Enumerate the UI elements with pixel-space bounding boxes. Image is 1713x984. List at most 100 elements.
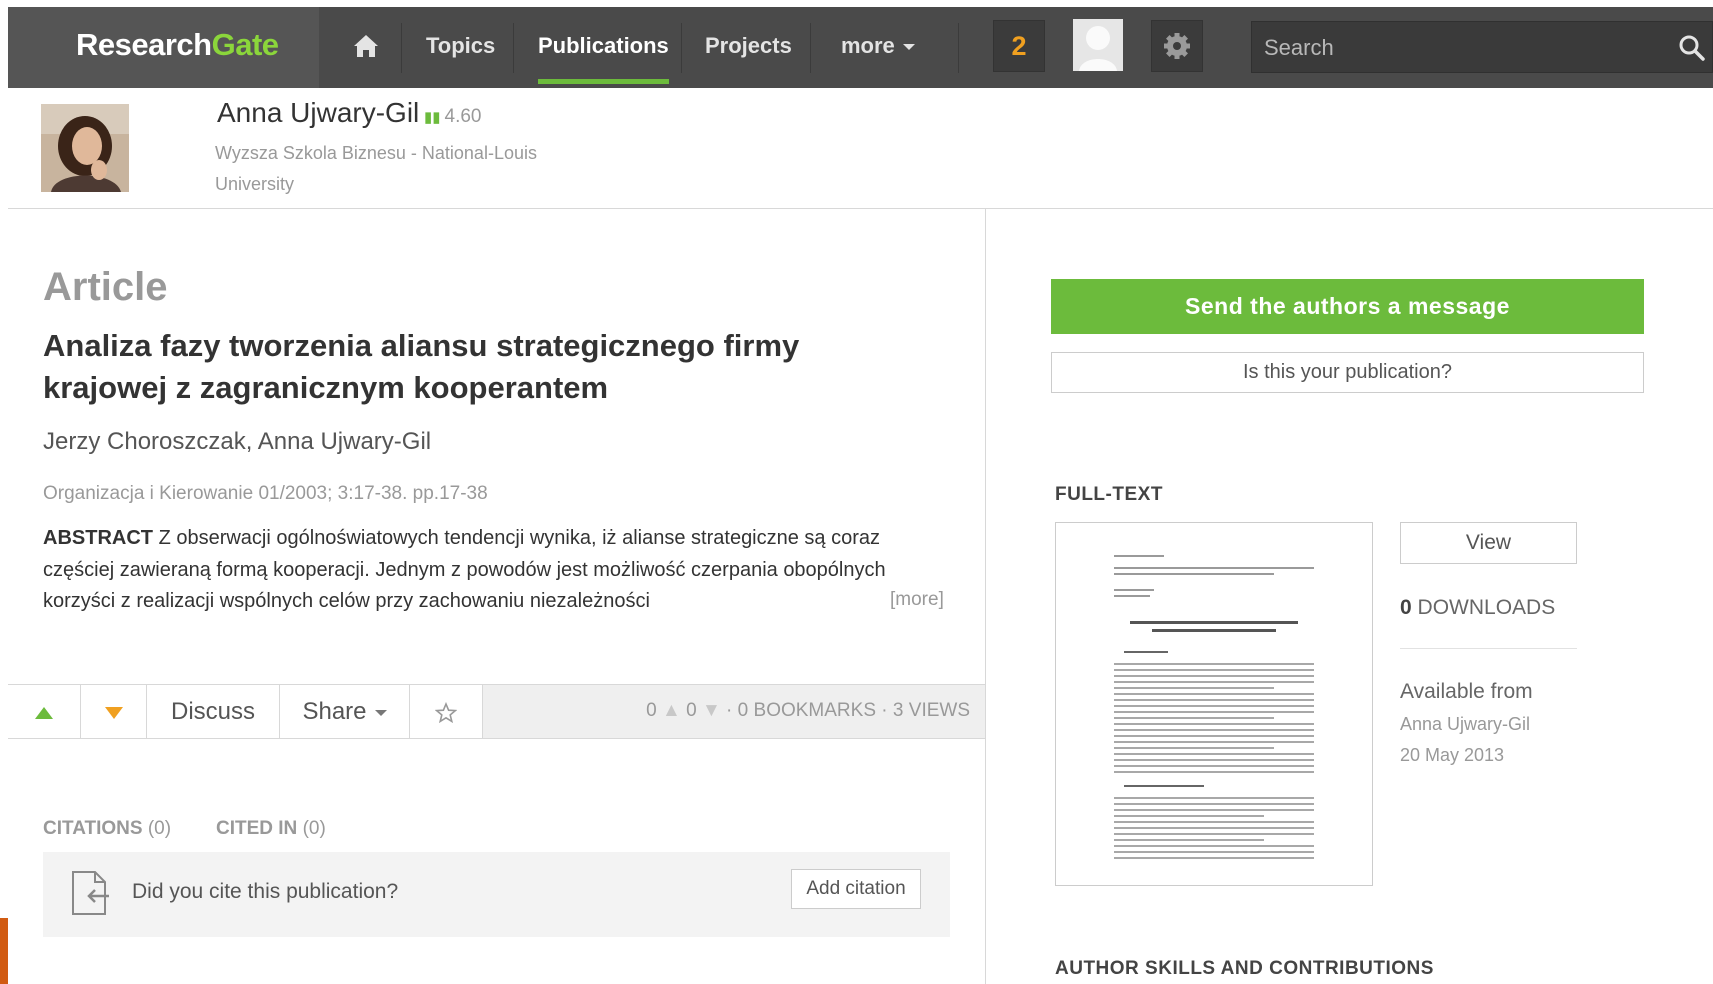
tab-citations[interactable]: CITATIONS (0) <box>43 818 171 840</box>
view-fulltext-button[interactable]: View <box>1400 522 1577 564</box>
publication-authors[interactable]: Jerzy Choroszczak, Anna Ujwary-Gil <box>43 428 431 456</box>
fulltext-heading: FULL-TEXT <box>1055 484 1163 505</box>
available-from-label: Available from <box>1400 680 1533 703</box>
nav-item-publications[interactable]: Publications <box>538 33 669 59</box>
nav-item-projects[interactable]: Projects <box>705 33 792 59</box>
column-divider <box>985 209 986 984</box>
nav-divider <box>958 23 959 73</box>
thumbnail-text-line <box>1114 723 1314 725</box>
share-button[interactable]: Share <box>280 685 410 738</box>
thumbnail-text-line <box>1114 771 1314 773</box>
discuss-button[interactable]: Discuss <box>147 685 280 738</box>
thumbnail-text-line <box>1114 711 1314 713</box>
chevron-down-icon <box>374 709 387 716</box>
author-institution[interactable]: Wyzsza Szkola Biznesu - National-Louis U… <box>215 138 595 200</box>
arrow-down-icon <box>104 706 123 719</box>
nav-active-indicator <box>538 79 669 84</box>
nav-divider <box>810 23 811 73</box>
nav-item-topics[interactable]: Topics <box>426 33 495 59</box>
send-message-button[interactable]: Send the authors a message <box>1051 279 1644 334</box>
thumbnail-text-line <box>1114 845 1314 847</box>
chevron-down-icon <box>902 44 915 51</box>
thumbnail-text-line <box>1114 833 1314 835</box>
thumbnail-text-line <box>1114 567 1314 569</box>
search-input[interactable] <box>1262 32 1646 64</box>
profile-divider <box>8 208 1713 209</box>
upvote-count: 0 <box>646 700 657 721</box>
logo-block: ResearchGate <box>8 7 319 88</box>
thumbnail-text-line <box>1114 687 1274 689</box>
thumbnail-text-line <box>1114 747 1274 749</box>
thumbnail-text-line <box>1114 669 1314 671</box>
thumbnail-text-line <box>1114 675 1314 677</box>
nav-item-more[interactable]: more <box>841 33 915 59</box>
cite-prompt-box: Did you cite this publication? Add citat… <box>43 852 950 937</box>
downvote-button[interactable] <box>81 685 147 738</box>
thumbnail-text-line <box>1114 797 1314 799</box>
tab-cited-in-label: CITED IN <box>216 818 298 839</box>
abstract: ABSTRACT Z obserwacji ogólnoświatowych t… <box>43 523 903 618</box>
abstract-text: Z obserwacji ogólnoświatowych tendencji … <box>43 527 886 612</box>
available-from-author[interactable]: Anna Ujwary-Gil <box>1400 714 1530 735</box>
thumbnail-text-line <box>1114 809 1314 811</box>
abstract-label: ABSTRACT <box>43 527 153 549</box>
settings-button[interactable] <box>1151 20 1203 72</box>
tab-citations-label: CITATIONS <box>43 818 143 839</box>
nav-divider <box>513 23 514 73</box>
edge-accent <box>0 918 8 984</box>
star-icon <box>434 701 458 723</box>
thumbnail-text-line <box>1152 629 1276 632</box>
publication-stats: 0 ▲ 0 ▼ · 0 BOOKMARKS · 3 VIEWS <box>646 700 970 721</box>
nav-divider <box>401 23 402 73</box>
logo-text-gate: Gate <box>211 27 279 62</box>
nav-divider <box>681 23 682 73</box>
add-citation-button[interactable]: Add citation <box>791 869 921 909</box>
gear-icon <box>1164 33 1190 59</box>
document-page-preview <box>1114 555 1314 859</box>
downloads-count: 0 DOWNLOADS <box>1400 596 1555 620</box>
bookmark-star-button[interactable] <box>410 685 483 738</box>
score-bars-icon: ▮▮ <box>424 109 441 126</box>
author-photo[interactable] <box>41 104 129 192</box>
view-count: 3 <box>892 700 904 721</box>
thumbnail-text-line <box>1114 815 1264 817</box>
thumbnail-text-line <box>1124 785 1204 787</box>
available-date: 20 May 2013 <box>1400 745 1505 765</box>
tab-cited-in-count: (0) <box>302 818 326 839</box>
upvote-button[interactable] <box>8 685 81 738</box>
claim-publication-button[interactable]: Is this your publication? <box>1051 352 1644 393</box>
downvote-count: 0 <box>686 700 697 721</box>
rg-score-value: 4.60 <box>444 106 482 127</box>
thumbnail-text-line <box>1114 681 1314 683</box>
thumbnail-text-line <box>1114 851 1314 853</box>
thumbnail-text-line <box>1114 821 1314 823</box>
user-avatar[interactable] <box>1073 19 1123 71</box>
small-up-icon: ▲ <box>662 700 681 721</box>
abstract-more-link[interactable]: [more] <box>890 589 944 611</box>
search-box <box>1251 21 1713 73</box>
thumbnail-text-line <box>1114 735 1314 737</box>
arrow-up-icon <box>35 706 53 719</box>
thumbnail-text-line <box>1114 753 1314 755</box>
publication-type: Article <box>43 265 168 309</box>
thumbnail-text-line <box>1114 759 1314 761</box>
fulltext-preview-thumbnail[interactable] <box>1055 522 1373 886</box>
author-name[interactable]: Anna Ujwary-Gil <box>217 97 419 129</box>
cite-question: Did you cite this publication? <box>132 880 399 903</box>
small-down-icon: ▼ <box>701 700 721 721</box>
tab-cited-in[interactable]: CITED IN (0) <box>216 818 326 840</box>
home-icon[interactable] <box>351 31 381 61</box>
thumbnail-text-line <box>1114 595 1150 597</box>
thumbnail-text-line <box>1114 573 1274 575</box>
thumbnail-text-line <box>1114 839 1264 841</box>
top-navigation-bar: ResearchGate Topics Publications Project… <box>8 7 1713 88</box>
notification-count-badge[interactable]: 2 <box>993 20 1045 72</box>
more-label: more <box>841 33 895 58</box>
thumbnail-text-line <box>1114 693 1314 695</box>
downloads-label: DOWNLOADS <box>1417 596 1556 619</box>
search-icon[interactable] <box>1678 34 1706 62</box>
thumbnail-text-line <box>1114 741 1314 743</box>
researchgate-logo[interactable]: ResearchGate <box>76 27 279 63</box>
thumbnail-text-line <box>1114 663 1314 665</box>
thumbnail-text-line <box>1114 803 1314 805</box>
